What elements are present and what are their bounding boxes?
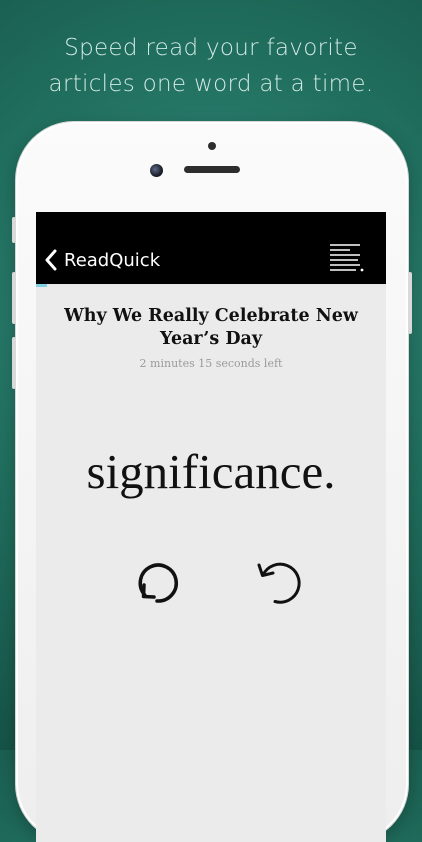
current-word: significance. (86, 444, 336, 499)
side-button-volume-up (12, 272, 16, 324)
phone-frame: ReadQuick Why We Really Celebrate New Ye… (12, 122, 412, 842)
text-lines-icon (330, 244, 364, 272)
chevron-left-icon (45, 249, 57, 271)
navigation-bar: ReadQuick (36, 212, 386, 284)
rewind-button[interactable] (253, 555, 309, 611)
side-button-silent (12, 217, 16, 243)
back-button[interactable]: ReadQuick (44, 245, 160, 275)
side-button-volume-down (12, 337, 16, 389)
rewind-arrow-icon (257, 562, 301, 604)
promo-tagline: Speed read your favorite articles one wo… (0, 30, 422, 102)
tagline-line-1: Speed read your favorite (64, 35, 358, 61)
article-title: Why We Really Celebrate New Year’s Day (64, 306, 358, 349)
app-screen: ReadQuick Why We Really Celebrate New Ye… (36, 212, 386, 842)
tagline-line-2: articles one word at a time. (48, 71, 374, 97)
back-button-label: ReadQuick (64, 249, 161, 271)
front-camera (150, 164, 163, 177)
text-menu-button[interactable] (328, 242, 366, 272)
earpiece-speaker (184, 166, 240, 173)
side-button-power (408, 272, 412, 334)
reader-view: Why We Really Celebrate New Year’s Day 2… (36, 287, 386, 842)
time-remaining: 2 minutes 15 seconds left (139, 357, 283, 370)
replay-button[interactable] (130, 555, 186, 611)
circular-replay-icon (138, 563, 178, 603)
proximity-sensor (208, 142, 216, 150)
